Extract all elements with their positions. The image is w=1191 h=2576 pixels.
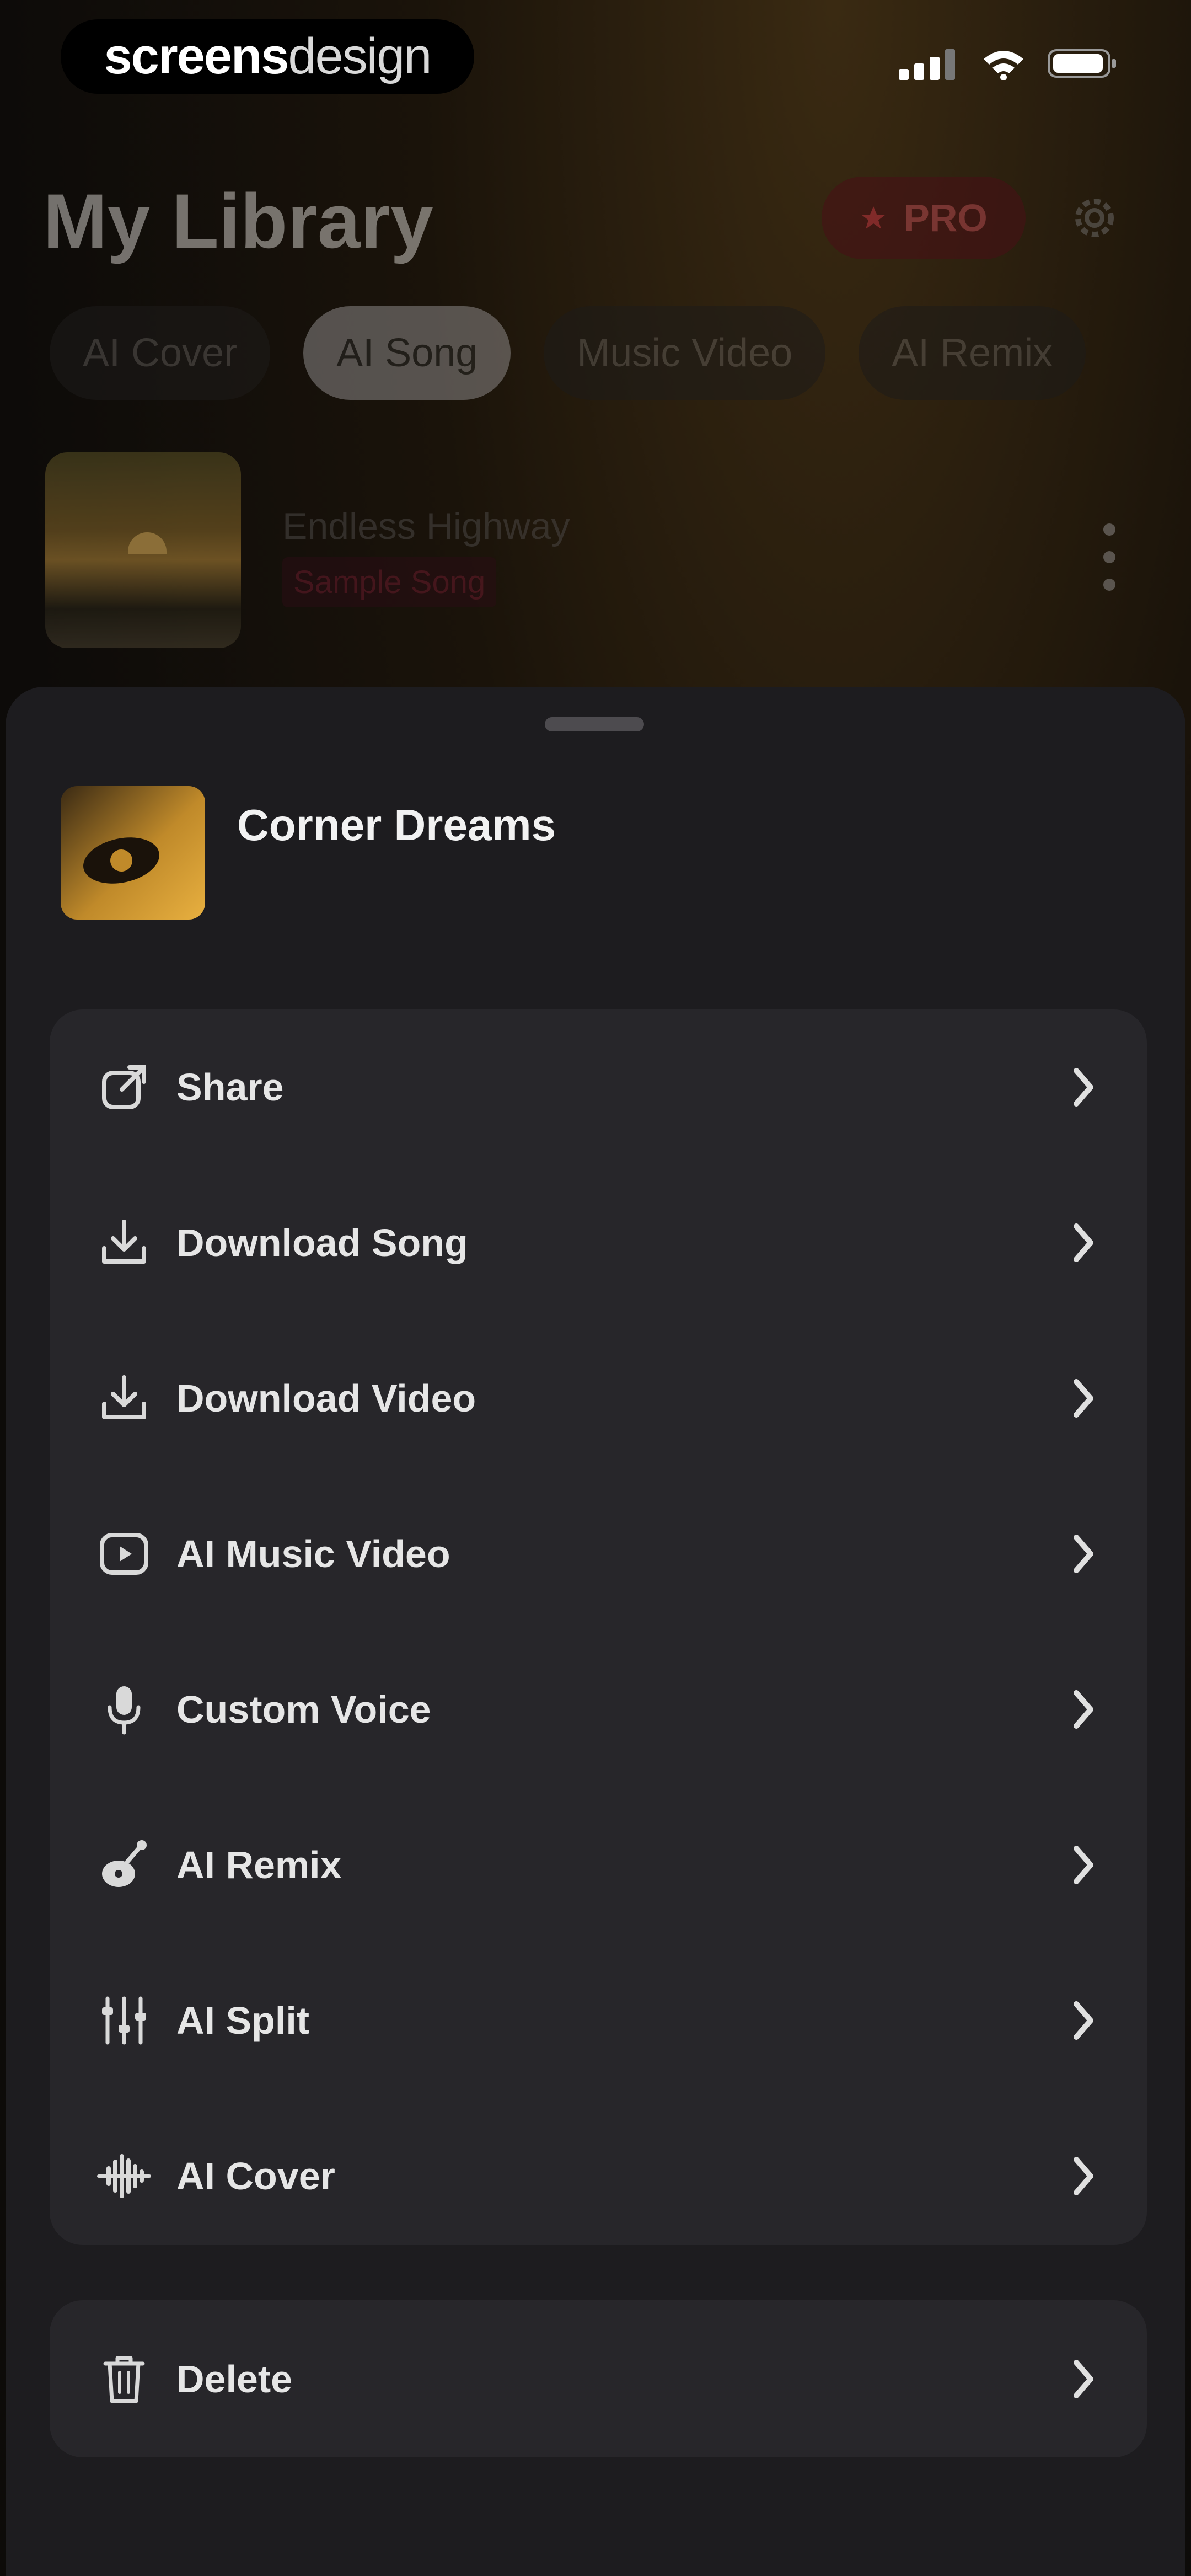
remix-icon (94, 1835, 154, 1895)
menu-item-label: AI Remix (176, 1843, 342, 1886)
chevron-right-icon (1064, 1218, 1103, 1268)
menu-item-label: AI Split (176, 1999, 310, 2042)
chevron-right-icon (1064, 2151, 1103, 2201)
brand-bold: screens (104, 28, 289, 84)
waveform-icon (94, 2146, 154, 2206)
sheet-song-title: Corner Dreams (237, 800, 556, 849)
menu-item-label: Custom Voice (176, 1688, 431, 1731)
share-icon (94, 1057, 154, 1118)
song-artwork (45, 452, 241, 648)
split-sliders-icon (94, 1990, 154, 2051)
status-bar: screens design (0, 0, 1191, 127)
delete-card: Delete (50, 2300, 1147, 2457)
more-vertical-icon[interactable] (1093, 519, 1126, 596)
song-tag-badge: Sample Song (282, 557, 497, 607)
actions-menu: Share Download Song Download Video AI Mu… (50, 1009, 1147, 2245)
star-icon (861, 206, 886, 229)
page-title: My Library (43, 178, 433, 264)
sheet-drag-handle[interactable] (545, 717, 644, 731)
song-title: Endless Highway (282, 505, 570, 547)
artwork-eye-shape (79, 831, 164, 890)
menu-item-share[interactable]: Share (50, 1009, 1147, 1165)
signal-icon (899, 49, 955, 80)
brand-light: design (288, 28, 432, 84)
tab-ai-remix[interactable]: AI Remix (859, 306, 1086, 400)
menu-item-label: Share (176, 1066, 284, 1109)
menu-item-custom-voice[interactable]: Custom Voice (50, 1632, 1147, 1787)
download-icon (94, 1212, 154, 1273)
pro-button[interactable]: PRO (822, 177, 1026, 259)
menu-item-label: AI Music Video (176, 1532, 450, 1575)
video-play-icon (94, 1524, 154, 1584)
menu-item-ai-remix[interactable]: AI Remix (50, 1787, 1147, 1943)
sunset-sun (128, 532, 167, 554)
trash-icon (94, 2349, 154, 2409)
chevron-right-icon (1064, 1685, 1103, 1734)
action-sheet: Corner Dreams Share Download Song Downlo… (6, 687, 1185, 2576)
chevron-right-icon (1064, 2354, 1103, 2404)
chevron-right-icon (1064, 1996, 1103, 2045)
pro-label: PRO (904, 196, 988, 239)
category-tabs: AI Cover AI Song Music Video AI Remix (50, 306, 1086, 400)
menu-item-download-video[interactable]: Download Video (50, 1321, 1147, 1476)
status-icons (899, 47, 1119, 80)
battery-icon (1048, 49, 1116, 78)
tab-ai-cover[interactable]: AI Cover (50, 306, 271, 400)
menu-item-ai-music-video[interactable]: AI Music Video (50, 1476, 1147, 1632)
tab-ai-song[interactable]: AI Song (303, 306, 511, 400)
chevron-right-icon (1064, 1062, 1103, 1112)
menu-item-download-song[interactable]: Download Song (50, 1165, 1147, 1321)
chevron-right-icon (1064, 1840, 1103, 1890)
song-list-item[interactable]: Endless Highway Sample Song (45, 452, 1148, 651)
sheet-song-artwork (61, 786, 205, 920)
microphone-icon (94, 1679, 154, 1740)
menu-item-delete[interactable]: Delete (50, 2300, 1147, 2457)
tab-music-video[interactable]: Music Video (544, 306, 826, 400)
menu-item-label: Download Video (176, 1377, 476, 1420)
menu-item-ai-cover[interactable]: AI Cover (50, 2098, 1147, 2254)
menu-item-label: Delete (176, 2357, 293, 2401)
chevron-right-icon (1064, 1529, 1103, 1579)
chevron-right-icon (1064, 1373, 1103, 1423)
download-icon (94, 1368, 154, 1429)
wifi-icon (984, 51, 1023, 80)
menu-item-ai-split[interactable]: AI Split (50, 1943, 1147, 2098)
menu-item-label: AI Cover (176, 2155, 335, 2198)
brand-logo: screens design (61, 19, 474, 94)
gear-icon (1075, 199, 1114, 237)
menu-item-label: Download Song (176, 1221, 468, 1264)
settings-button[interactable] (1064, 188, 1125, 248)
